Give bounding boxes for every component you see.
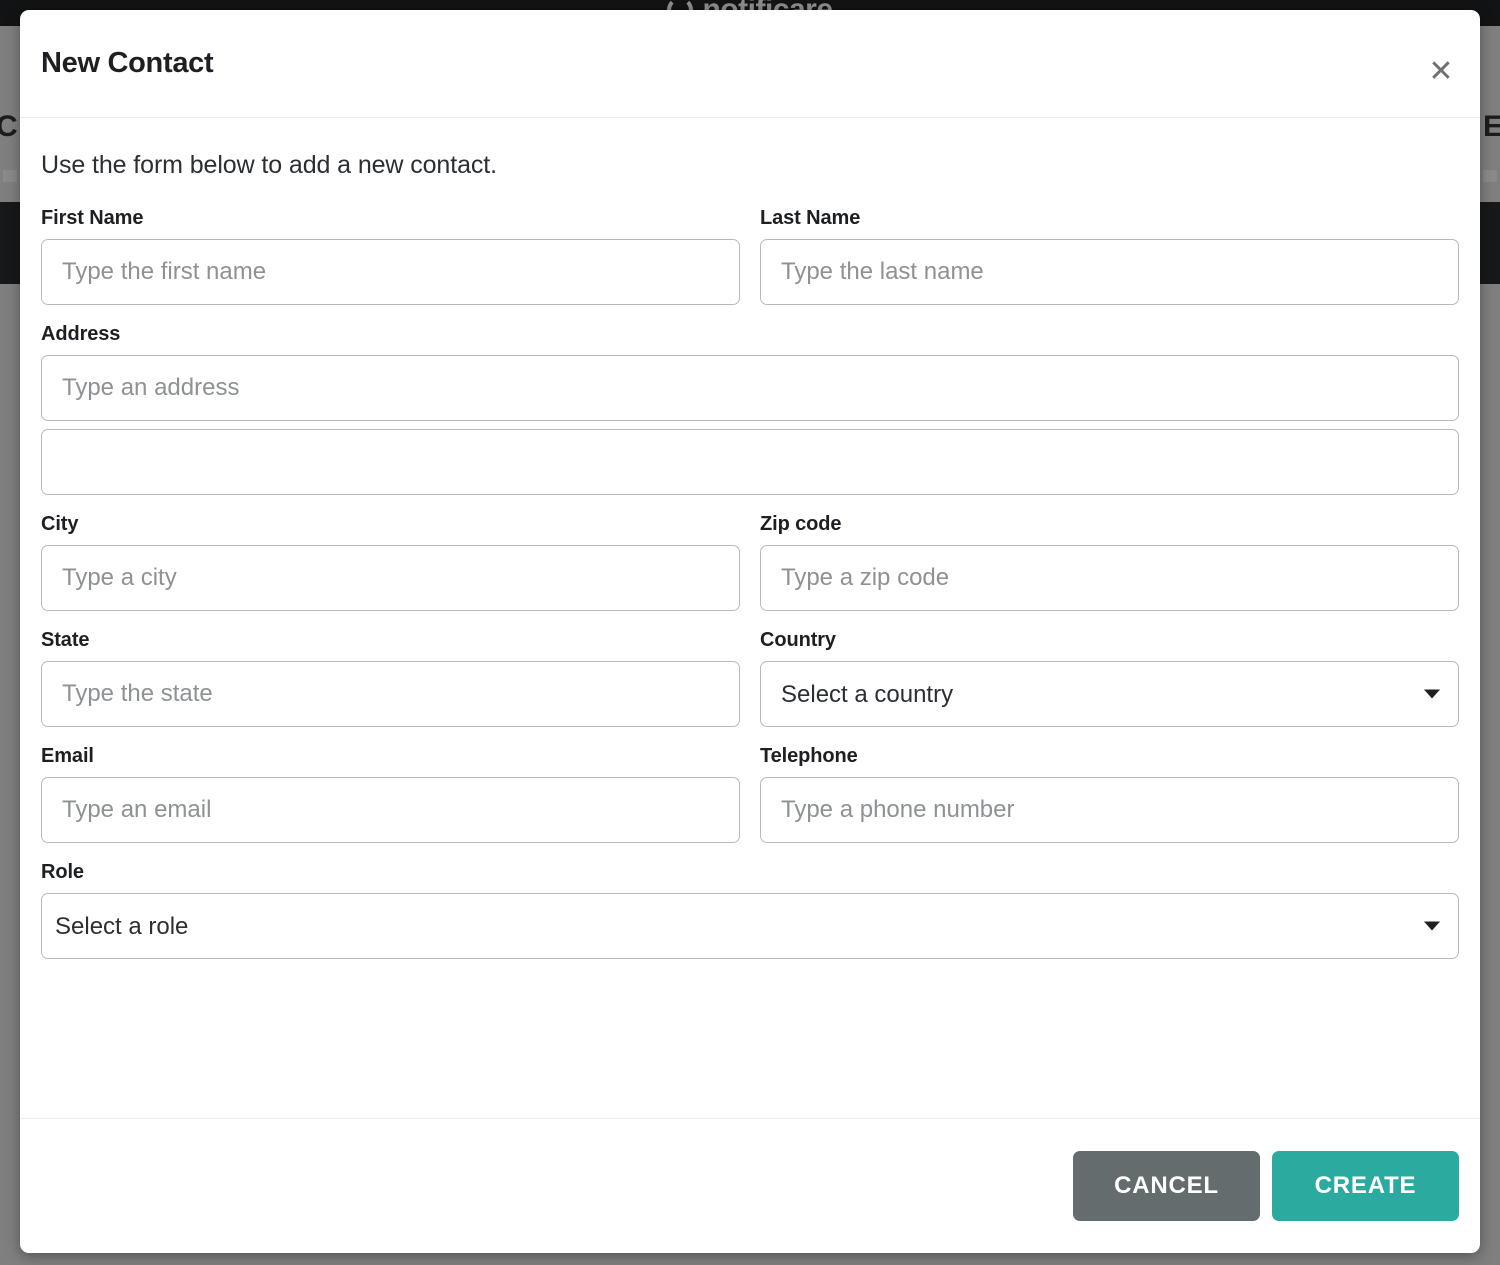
last-name-label: Last Name (760, 207, 861, 229)
telephone-input[interactable] (760, 777, 1459, 843)
zip-code-label: Zip code (760, 513, 842, 535)
city-group: City (41, 513, 740, 611)
first-name-group: First Name (41, 207, 740, 305)
email-input[interactable] (41, 777, 740, 843)
modal-header: New Contact ✕ (20, 10, 1480, 118)
city-label: City (41, 513, 79, 535)
email-label: Email (41, 745, 94, 767)
background-mark-left (3, 170, 17, 182)
background-panel-right (1478, 202, 1500, 284)
create-button[interactable]: CREATE (1272, 1151, 1459, 1221)
email-group: Email (41, 745, 740, 843)
role-select[interactable]: Select a role (41, 893, 1459, 959)
background-text-left: C (0, 110, 18, 143)
name-row: First Name Last Name (41, 207, 1459, 305)
background-mark-right (1483, 170, 1497, 182)
background-text-right: E (1482, 110, 1500, 143)
city-input[interactable] (41, 545, 740, 611)
address-line2-input[interactable] (41, 429, 1459, 495)
address-line2-row (41, 429, 1459, 495)
modal-intro-text: Use the form below to add a new contact. (41, 151, 497, 179)
email-phone-row: Email Telephone (41, 745, 1459, 843)
address-group: Address (41, 323, 1459, 421)
role-select-wrapper: Select a role (41, 893, 1459, 959)
page-title: New Contact (41, 47, 214, 79)
zip-code-input[interactable] (760, 545, 1459, 611)
role-label: Role (41, 861, 84, 883)
city-zip-row: City Zip code (41, 513, 1459, 611)
first-name-input[interactable] (41, 239, 740, 305)
telephone-group: Telephone (760, 745, 1459, 843)
cancel-button[interactable]: CANCEL (1073, 1151, 1260, 1221)
address-line1-input[interactable] (41, 355, 1459, 421)
new-contact-modal: New Contact ✕ Use the form below to add … (20, 10, 1480, 1253)
role-row: Role Select a role (41, 861, 1459, 959)
address-line2-group (41, 429, 1459, 495)
last-name-group: Last Name (760, 207, 1459, 305)
address-label: Address (41, 323, 121, 345)
country-group: Country Select a country (760, 629, 1459, 727)
first-name-label: First Name (41, 207, 144, 229)
address-row: Address (41, 323, 1459, 421)
country-select[interactable]: Select a country (760, 661, 1459, 727)
modal-body: Use the form below to add a new contact.… (20, 118, 1480, 1118)
state-input[interactable] (41, 661, 740, 727)
state-group: State (41, 629, 740, 727)
last-name-input[interactable] (760, 239, 1459, 305)
close-icon[interactable]: ✕ (1422, 53, 1460, 91)
state-label: State (41, 629, 90, 651)
telephone-label: Telephone (760, 745, 858, 767)
state-country-row: State Country Select a country (41, 629, 1459, 727)
background-panel-left (0, 202, 22, 284)
modal-footer: CANCEL CREATE (20, 1118, 1480, 1253)
country-label: Country (760, 629, 836, 651)
zip-code-group: Zip code (760, 513, 1459, 611)
role-group: Role Select a role (41, 861, 1459, 959)
country-select-wrapper: Select a country (760, 661, 1459, 727)
